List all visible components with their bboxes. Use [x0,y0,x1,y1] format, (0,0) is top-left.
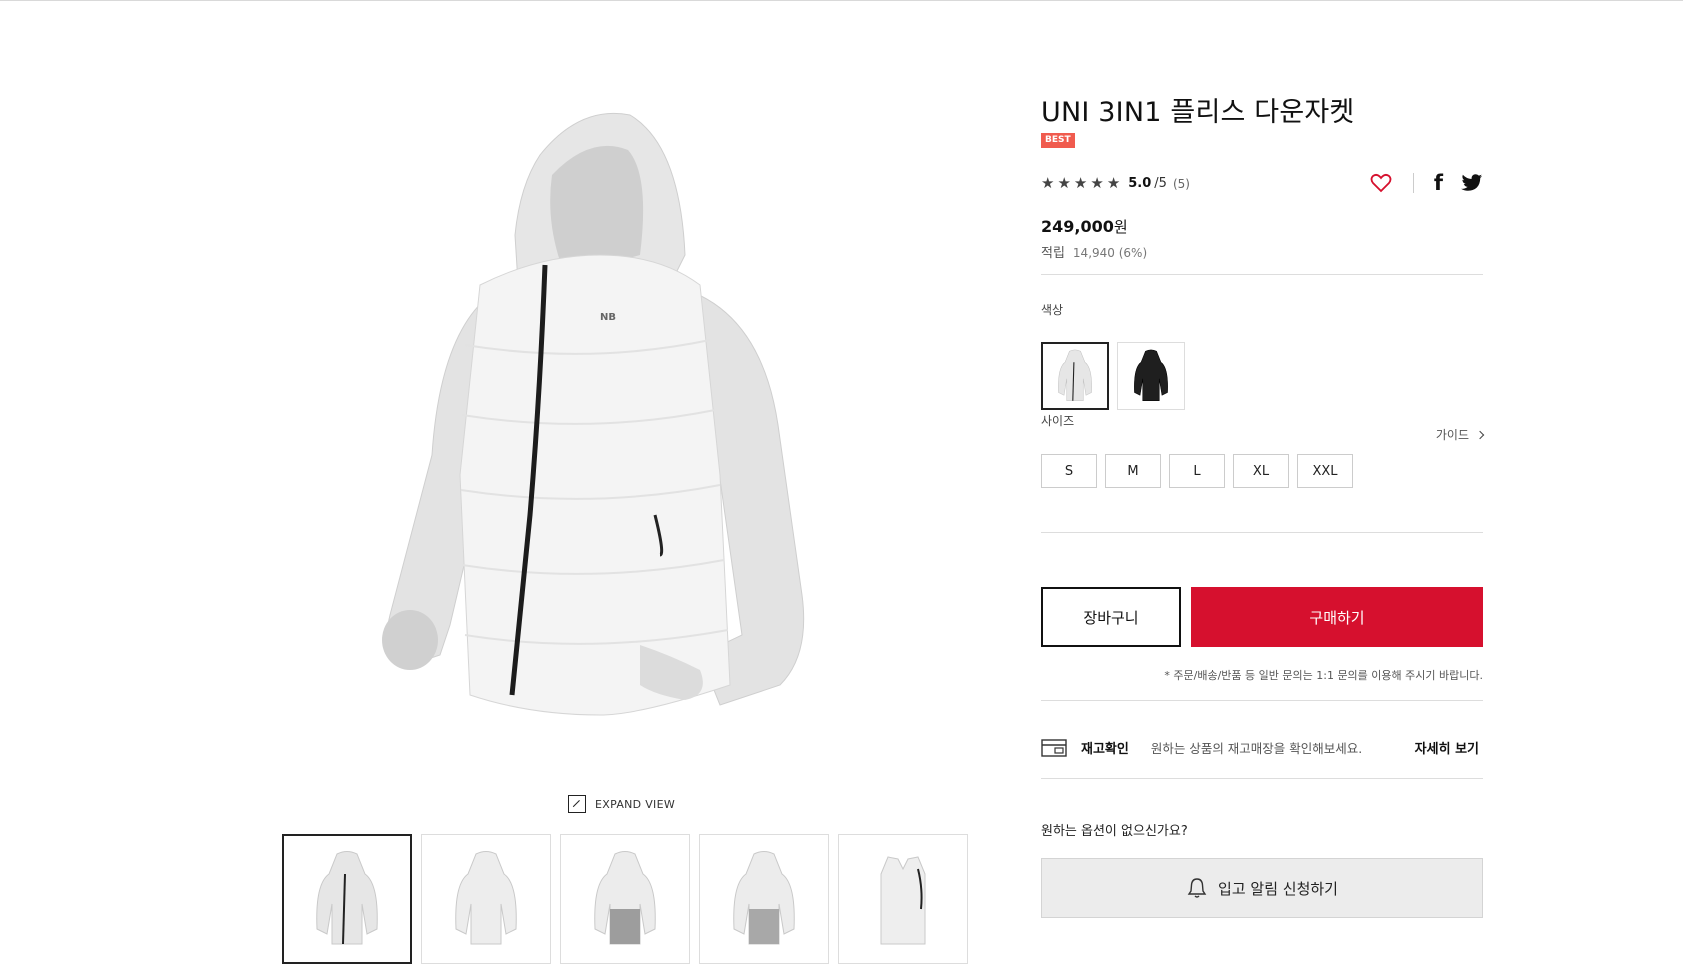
twitter-icon[interactable] [1461,173,1483,193]
product-title: UNI 3IN1 플리스 다운자켓 [1041,97,1355,128]
expand-view-button[interactable]: EXPAND VIEW [568,795,675,813]
star-icon: ★ [1041,174,1055,192]
bell-icon [1187,878,1207,898]
top-divider [0,0,1683,1]
price: 249,000원 [1041,216,1128,237]
expand-view-label: EXPAND VIEW [595,797,676,811]
size-option-m[interactable]: M [1105,454,1161,488]
star-icon: ★ [1106,174,1121,192]
thumbnail-4[interactable] [699,834,829,964]
price-value: 249,000 [1041,217,1114,236]
restock-alert-button[interactable]: 입고 알림 신청하기 [1041,858,1483,918]
restock-alert-label: 입고 알림 신청하기 [1218,879,1338,898]
wishlist-heart-icon[interactable] [1369,171,1393,195]
star-icon: ★ [1057,174,1071,192]
facebook-icon[interactable]: f [1434,172,1443,194]
icon-divider [1412,173,1414,193]
thumbnail-strip [282,834,968,964]
points-label: 적립 [1041,246,1065,261]
star-icon: ★ [1090,174,1104,192]
svg-text:NB: NB [600,312,616,323]
thumbnail-2[interactable] [421,834,551,964]
points-value: 14,940 (6%) [1072,246,1148,260]
color-label: 색상 [1041,303,1064,317]
main-product-image: NB [340,95,870,755]
color-swatch-black[interactable] [1117,342,1185,410]
review-count: (5) [1172,176,1190,191]
thumbnail-3[interactable] [560,834,690,964]
add-to-cart-button[interactable]: 장바구니 [1041,587,1181,647]
store-icon [1041,738,1067,757]
stock-check-title: 재고확인 [1081,742,1129,757]
color-swatches [1041,342,1185,410]
divider [1041,532,1483,533]
color-swatch-white[interactable] [1041,342,1109,410]
rating-score: 5.0 [1128,176,1152,191]
thumbnail-1[interactable] [282,834,412,964]
stock-detail-link[interactable]: 자세히 보기 [1415,738,1479,757]
stock-check-desc: 원하는 상품의 재고매장을 확인해보세요. [1150,741,1363,756]
size-options: S M L XL XXL [1041,454,1353,488]
rating-max: /5 [1154,176,1167,191]
size-option-s[interactable]: S [1041,454,1097,488]
reward-points: 적립 14,940 (6%) [1041,242,1147,261]
chevron-right-icon [1475,430,1485,439]
share-actions: f [1369,171,1483,195]
buy-now-button[interactable]: 구매하기 [1191,587,1483,647]
no-option-question: 원하는 옵션이 없으신가요? [1041,824,1188,839]
divider [1041,274,1483,275]
size-option-xl[interactable]: XL [1233,454,1289,488]
stock-check-row: 재고확인 원하는 상품의 재고매장을 확인해보세요. 자세히 보기 [1041,738,1483,757]
product-rating[interactable]: ★ ★ ★ ★ ★ 5.0/5 (5) [1041,174,1190,192]
star-icon: ★ [1073,174,1088,192]
divider [1041,700,1483,701]
size-guide-label: 가이드 [1435,428,1469,442]
size-label: 사이즈 [1041,414,1075,428]
thumbnail-5[interactable] [838,834,968,964]
inquiry-notice: * 주문/배송/반품 등 일반 문의는 1:1 문의를 이용해 주시기 바랍니다… [1164,669,1483,682]
size-option-xxl[interactable]: XXL [1297,454,1353,488]
divider [1041,778,1483,779]
best-badge: BEST [1041,133,1075,148]
size-option-l[interactable]: L [1169,454,1225,488]
expand-icon [568,795,586,813]
size-guide-link[interactable]: 가이드 [1435,426,1485,443]
price-unit: 원 [1113,218,1128,236]
